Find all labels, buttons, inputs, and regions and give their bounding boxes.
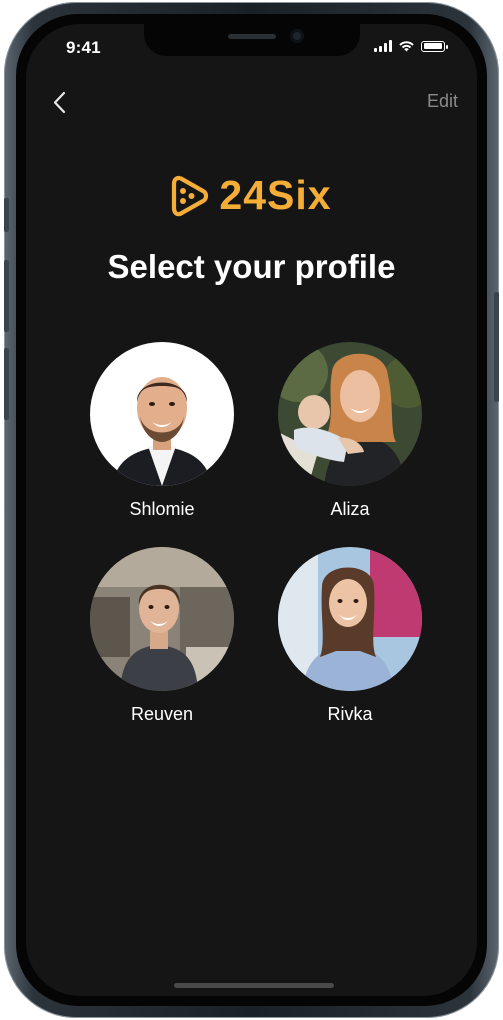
page-title: Select your profile	[107, 248, 396, 285]
battery-icon	[421, 40, 448, 52]
notch	[144, 24, 360, 56]
power-button	[494, 292, 499, 402]
brand-name: 24Six	[219, 172, 332, 218]
volume-down-button	[4, 348, 9, 420]
profile-name: Reuven	[130, 704, 194, 724]
brand-logo: 24Six	[26, 172, 477, 219]
volume-up-button	[4, 260, 9, 332]
cellular-signal-icon	[374, 40, 392, 52]
chevron-left-icon	[53, 91, 66, 114]
wifi-icon	[399, 41, 414, 52]
profile-shlomie[interactable]: Shlomie	[77, 342, 247, 520]
avatar[interactable]	[90, 547, 234, 691]
avatar[interactable]	[278, 342, 422, 486]
status-time: 9:41	[66, 38, 101, 57]
speaker-grille	[228, 34, 276, 39]
phone-frame: 9:41 Edit 24Six Select your profile Shlo…	[4, 2, 499, 1018]
avatar[interactable]	[278, 547, 422, 691]
avatar[interactable]	[90, 342, 234, 486]
status-icons	[374, 40, 448, 52]
profile-aliza[interactable]: Aliza	[265, 342, 435, 520]
camera-icon	[290, 29, 304, 43]
24six-logo-icon	[172, 175, 209, 216]
home-indicator[interactable]	[174, 983, 334, 988]
back-button[interactable]	[46, 88, 76, 118]
edit-button[interactable]: Edit	[427, 91, 458, 112]
battery-level	[423, 43, 442, 49]
silent-switch	[4, 198, 9, 232]
profile-name: Rivka	[327, 704, 373, 724]
profile-name: Aliza	[330, 499, 370, 519]
screen: 9:41 Edit 24Six Select your profile Shlo…	[26, 24, 477, 996]
profile-rivka[interactable]: Rivka	[265, 547, 435, 725]
profile-reuven[interactable]: Reuven	[77, 547, 247, 725]
profile-name: Shlomie	[129, 499, 195, 519]
